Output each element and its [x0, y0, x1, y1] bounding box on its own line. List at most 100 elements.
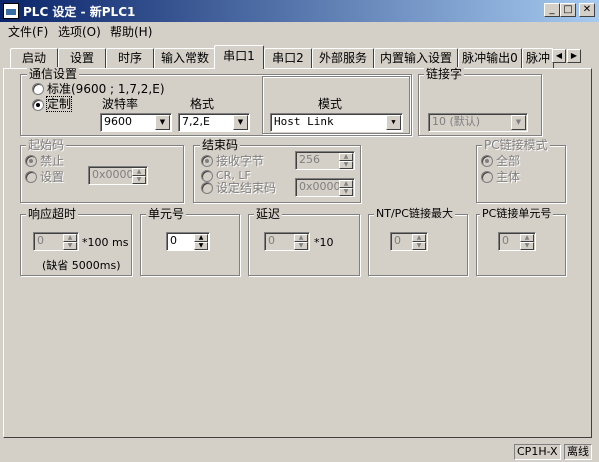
delay-label: 延迟 [254, 207, 283, 221]
app-icon [3, 3, 19, 19]
nt-pc-link-max-value: 0 [394, 234, 401, 247]
pc-link-unit-input: 0 ▲ ▼ [498, 232, 536, 251]
unit-number-value: 0 [170, 234, 177, 247]
pc-link-unit-label: PC链接单元号 [480, 207, 554, 221]
tab-external-service[interactable]: 外部服务 [312, 48, 374, 68]
spin-down-icon: ▼ [63, 242, 77, 250]
tab-serial-port-1[interactable]: 串口1 [214, 45, 264, 69]
spin-down-icon[interactable]: ▼ [194, 242, 208, 250]
tab-pulse-more[interactable]: 脉冲 [522, 48, 554, 68]
tab-builtin-input[interactable]: 内置输入设置 [374, 48, 458, 68]
menu-options[interactable]: 选项(O) [58, 24, 101, 40]
link-word-select: 10 (默认) ▼ [428, 113, 528, 132]
title-bar: PLC 设定 - 新PLC1 _ □ ✕ [0, 0, 599, 22]
start-set-label: 设置 [40, 170, 65, 184]
spin-up-icon: ▲ [412, 234, 426, 242]
chevron-down-icon: ▼ [511, 115, 526, 130]
link-word-label: 链接字 [424, 67, 465, 81]
tab-scroll-right-icon[interactable]: ▶ [567, 49, 581, 63]
tab-scroll-left-icon[interactable]: ◀ [552, 49, 566, 63]
nt-pc-link-max-input: 0 ▲ ▼ [390, 232, 428, 251]
tab-input-constants[interactable]: 输入常数 [154, 48, 216, 68]
spin-down-icon: ▼ [294, 242, 308, 250]
set-end-label: 设定结束码 [216, 181, 277, 195]
mode-label: 模式 [318, 97, 343, 111]
timeout-value: 0 [37, 234, 44, 247]
comm-settings-label: 通信设置 [27, 67, 80, 81]
spin-up-icon: ▲ [132, 168, 146, 176]
master-label: 主体 [496, 170, 521, 184]
baud-rate-select[interactable]: 9600 ▼ [100, 113, 172, 132]
end-code-label: 结束码 [200, 138, 241, 152]
maximize-button[interactable]: □ [560, 3, 576, 17]
spin-up-icon[interactable]: ▲ [194, 234, 208, 242]
format-select[interactable]: 7,2,E ▼ [178, 113, 250, 132]
radio-set-end [201, 182, 213, 194]
timeout-input: 0 ▲ ▼ [33, 232, 79, 251]
menu-file[interactable]: 文件(F) [8, 24, 48, 40]
radio-custom-label: 定制 [45, 96, 73, 112]
menu-help[interactable]: 帮助(H) [110, 24, 152, 40]
chevron-down-icon[interactable]: ▼ [233, 115, 248, 130]
format-label: 格式 [190, 97, 215, 111]
radio-recv-bytes [201, 155, 213, 167]
spin-up-icon: ▲ [339, 153, 353, 161]
radio-standard-label: 标准(9600 ; 1,7,2,E) [47, 82, 165, 96]
recv-bytes-label: 接收字节 [216, 154, 265, 168]
spin-down-icon: ▼ [520, 242, 534, 250]
radio-start-disable [25, 155, 37, 167]
tab-timing[interactable]: 时序 [106, 48, 154, 68]
tab-serial-port-2[interactable]: 串口2 [264, 48, 312, 68]
status-bar: CP1H-X 离线 [0, 442, 599, 462]
pc-link-mode-label: PC链接模式 [482, 138, 550, 152]
baud-rate-label: 波特率 [102, 97, 139, 111]
menu-bar: 文件(F) 选项(O) 帮助(H) [0, 22, 599, 42]
delay-value: 0 [268, 234, 275, 247]
spin-up-icon: ▲ [294, 234, 308, 242]
delay-unit: *10 [314, 236, 334, 249]
pc-link-unit-value: 0 [502, 234, 509, 247]
spin-up-icon: ▲ [339, 180, 353, 188]
link-word-value: 10 (默认) [432, 115, 481, 128]
tab-startup[interactable]: 启动 [10, 48, 58, 68]
start-disable-label: 禁止 [40, 154, 65, 168]
radio-custom[interactable] [32, 99, 44, 111]
radio-all [481, 155, 493, 167]
delay-input: 0 ▲ ▼ [264, 232, 310, 251]
tab-pulse-output-0[interactable]: 脉冲输出0 [458, 48, 522, 68]
baud-rate-value: 9600 [104, 115, 132, 128]
status-model: CP1H-X [514, 444, 561, 460]
minimize-button[interactable]: _ [544, 3, 560, 17]
spin-up-icon: ▲ [63, 234, 77, 242]
timeout-default-note: (缺省 5000ms) [42, 259, 121, 272]
radio-start-set [25, 171, 37, 183]
close-button[interactable]: ✕ [579, 3, 595, 17]
chevron-down-icon[interactable]: ▼ [155, 115, 170, 130]
end-code-value: 0x0000 [299, 180, 341, 193]
end-code-input: 0x0000 ▲ ▼ [295, 178, 355, 197]
start-code-label: 起始码 [26, 138, 67, 152]
recv-bytes-input: 256 ▲ ▼ [295, 151, 355, 170]
spin-down-icon: ▼ [132, 176, 146, 184]
spin-up-icon: ▲ [520, 234, 534, 242]
tab-settings[interactable]: 设置 [58, 48, 106, 68]
timeout-unit: *100 ms [82, 236, 129, 249]
response-timeout-label: 响应超时 [26, 207, 79, 221]
spin-down-icon: ▼ [412, 242, 426, 250]
start-code-value: 0x0000 [92, 168, 134, 181]
nt-pc-link-max-label: NT/PC链接最大 [374, 207, 455, 221]
status-connection: 离线 [564, 444, 592, 460]
all-label: 全部 [496, 154, 521, 168]
recv-bytes-value: 256 [299, 153, 320, 166]
chevron-down-icon[interactable]: ▼ [386, 115, 401, 130]
mode-value: Host Link [274, 115, 334, 128]
radio-standard[interactable] [32, 83, 44, 95]
unit-number-input[interactable]: 0 ▲ ▼ [166, 232, 210, 251]
window-title: PLC 设定 - 新PLC1 [23, 5, 136, 19]
format-value: 7,2,E [182, 115, 210, 128]
radio-master [481, 171, 493, 183]
spin-down-icon: ▼ [339, 188, 353, 196]
spin-down-icon: ▼ [339, 161, 353, 169]
radio-crlf [201, 170, 213, 182]
mode-select[interactable]: Host Link ▼ [270, 113, 403, 132]
